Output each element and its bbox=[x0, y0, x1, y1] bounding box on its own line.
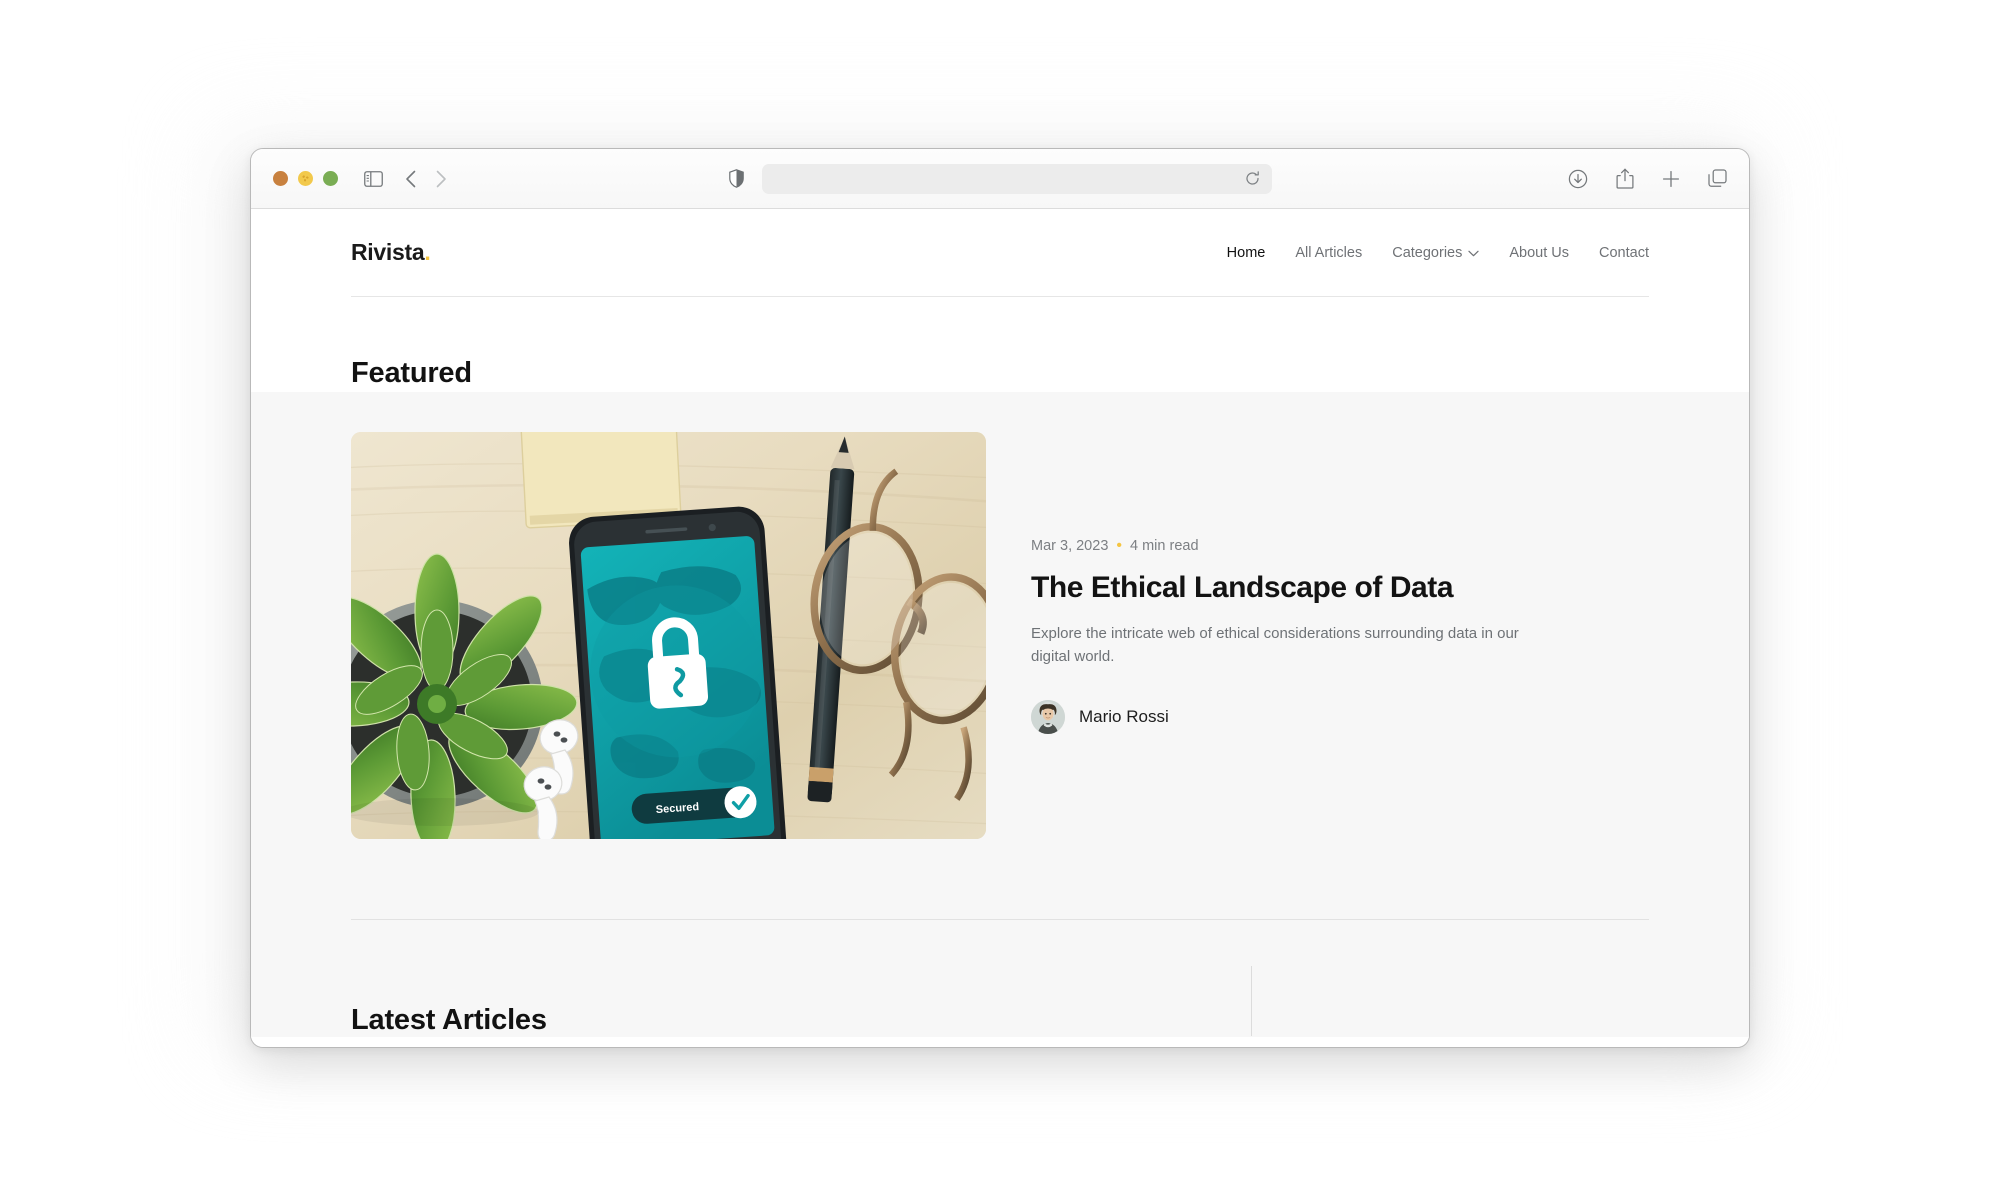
close-window-button[interactable] bbox=[273, 171, 288, 186]
featured-article-text: Mar 3, 2023 • 4 min read The Ethical Lan… bbox=[1031, 432, 1649, 839]
downloads-icon[interactable] bbox=[1568, 169, 1588, 189]
article-read-time: 4 min read bbox=[1130, 537, 1199, 554]
tab-overview-icon[interactable] bbox=[1708, 169, 1727, 188]
brand-dot: . bbox=[424, 239, 431, 265]
featured-heading-band: Featured bbox=[251, 297, 1749, 396]
article-date: Mar 3, 2023 bbox=[1031, 537, 1109, 554]
share-icon[interactable] bbox=[1616, 168, 1634, 189]
sidebar-icon[interactable] bbox=[364, 170, 383, 187]
nav-item-home[interactable]: Home bbox=[1227, 245, 1266, 261]
featured-article-excerpt: Explore the intricate web of ethical con… bbox=[1031, 625, 1519, 665]
nav-item-all-articles[interactable]: All Articles bbox=[1295, 245, 1362, 261]
new-tab-icon[interactable] bbox=[1662, 170, 1680, 188]
nav-item-label: All Articles bbox=[1295, 244, 1363, 261]
address-input[interactable] bbox=[774, 171, 1239, 186]
section-divider bbox=[351, 919, 1649, 921]
featured-article-image[interactable]: Secured bbox=[351, 432, 986, 840]
nav-item-label: About Us bbox=[1509, 244, 1570, 261]
forward-button[interactable] bbox=[436, 170, 447, 188]
page-viewport: Rivista. Home All Articles Categories Ab… bbox=[251, 209, 1749, 1047]
maximize-window-button[interactable] bbox=[323, 171, 338, 186]
shield-icon[interactable] bbox=[729, 169, 744, 188]
toolbar-right-icons bbox=[1568, 168, 1727, 189]
brand-logo[interactable]: Rivista. bbox=[351, 239, 431, 266]
window-controls bbox=[273, 171, 338, 186]
browser-toolbar bbox=[251, 149, 1749, 209]
nav-item-label: Categories bbox=[1392, 244, 1463, 261]
address-bar[interactable] bbox=[762, 163, 1272, 194]
site-header-band: Rivista. Home All Articles Categories Ab… bbox=[251, 209, 1749, 297]
featured-image-artwork: Secured bbox=[351, 432, 986, 840]
featured-article-title[interactable]: The Ethical Landscape of Data bbox=[1031, 570, 1629, 605]
address-zone bbox=[473, 163, 1568, 194]
featured-section-title: Featured bbox=[351, 357, 472, 396]
meta-separator-dot: • bbox=[1116, 536, 1122, 554]
nav-item-categories[interactable]: Categories bbox=[1392, 245, 1479, 261]
browser-window: Rivista. Home All Articles Categories Ab… bbox=[250, 148, 1750, 1048]
article-author[interactable]: Mario Rossi bbox=[1031, 700, 1629, 735]
site-navigation: Home All Articles Categories About Us Co… bbox=[1227, 245, 1649, 261]
reload-icon[interactable] bbox=[1245, 171, 1260, 186]
latest-articles-band: Latest Articles bbox=[251, 952, 1749, 1038]
avatar-image bbox=[1031, 700, 1065, 735]
chevron-down-icon bbox=[1468, 245, 1479, 261]
nav-item-label: Home bbox=[1226, 244, 1266, 261]
minimize-window-button[interactable] bbox=[298, 171, 313, 186]
back-button[interactable] bbox=[405, 170, 416, 188]
featured-content-area: Secured Mar 3, 2023 • 4 min read The Eth… bbox=[251, 392, 1749, 953]
latest-articles-title: Latest Articles bbox=[351, 1004, 547, 1037]
nav-item-label: Contact bbox=[1599, 244, 1649, 261]
latest-column-rule bbox=[1251, 966, 1252, 1037]
featured-article-card[interactable]: Secured Mar 3, 2023 • 4 min read The Eth… bbox=[351, 392, 1649, 840]
article-meta: Mar 3, 2023 • 4 min read bbox=[1031, 536, 1629, 554]
site-header: Rivista. Home All Articles Categories Ab… bbox=[351, 209, 1649, 297]
featured-title-text: Featured bbox=[351, 357, 472, 389]
author-name: Mario Rossi bbox=[1079, 707, 1169, 727]
nav-item-contact[interactable]: Contact bbox=[1599, 245, 1649, 261]
navigation-arrows bbox=[405, 170, 447, 188]
avatar bbox=[1031, 700, 1065, 735]
desktop-backdrop: Rivista. Home All Articles Categories Ab… bbox=[0, 0, 2000, 1200]
brand-name: Rivista bbox=[351, 239, 425, 265]
nav-item-about-us[interactable]: About Us bbox=[1509, 245, 1569, 261]
